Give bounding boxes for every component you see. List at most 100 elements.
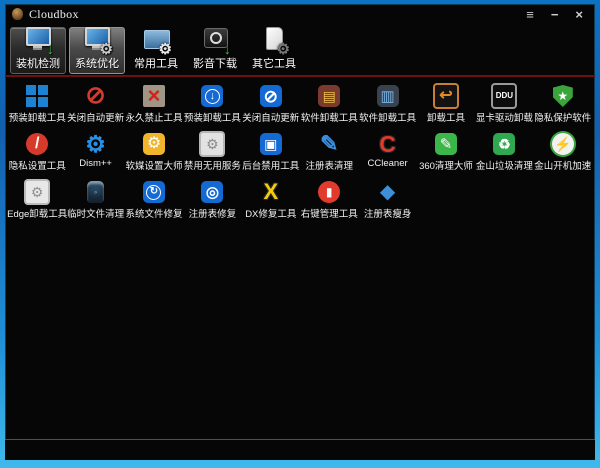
folder-gear-icon: ⚙	[140, 25, 172, 54]
glyph: ×	[148, 85, 161, 107]
glyph: ◦	[94, 188, 97, 197]
context-menu-icon: ▮	[316, 179, 342, 205]
tool-registry-repair[interactable]: ◎ 注册表修复	[183, 178, 241, 226]
disable-services-icon: ⚙	[199, 131, 225, 157]
tool-settings-master[interactable]: ⚙ 软媒设置大师	[125, 130, 183, 178]
dx-repair-icon: X	[258, 179, 284, 205]
window-title: Cloudbox	[29, 7, 79, 22]
tool-ddu[interactable]: DDU显卡驱动卸载	[475, 82, 533, 130]
tool-row: 预装卸载工具⊘关闭自动更新×永久禁止工具↓预装卸载工具⊘关闭自动更新▤软件卸载工…	[8, 82, 592, 130]
block-update-icon: ⊘	[83, 83, 109, 109]
tool-label: 临时文件清理	[67, 206, 124, 220]
tool-context-menu[interactable]: ▮ 右键管理工具	[300, 178, 358, 226]
tool-label: 软媒设置大师	[125, 158, 182, 172]
toolbar: ↓装机检测⚙系统优化⚙常用工具↓影音下载⚙其它工具	[5, 24, 595, 75]
tool-label: 预装卸载工具	[9, 110, 66, 124]
toolbox-icon: ▤	[316, 83, 342, 109]
glyph: ▮	[326, 186, 333, 198]
tool-junk-clean[interactable]: ♻金山垃圾清理	[475, 130, 533, 178]
tool-label: 关闭自动更新	[242, 110, 299, 124]
tool-label: 右键管理工具	[301, 206, 358, 220]
close-icon[interactable]: ×	[575, 8, 583, 21]
film-download-icon: ↓	[199, 25, 231, 54]
tool-dism-gears[interactable]: ⚙ Dism++	[66, 130, 124, 178]
clean-master-icon: ✎	[433, 131, 459, 157]
tool-ccleaner[interactable]: C CCleaner	[358, 130, 416, 178]
tool-edge-uninstall[interactable]: ⚙Edge卸载工具	[8, 178, 66, 226]
app-window: Cloudbox ≡ − × ↓装机检测⚙系统优化⚙常用工具↓影音下载⚙其它工具…	[5, 4, 595, 460]
monitor-download-icon: ↓	[22, 25, 54, 54]
app-icon	[12, 8, 23, 20]
glyph: ◎	[206, 185, 219, 200]
tab-pc-check[interactable]: ↓装机检测	[10, 27, 66, 74]
tab-common-tools[interactable]: ⚙常用工具	[128, 27, 184, 74]
edge-uninstall-icon: ⚙	[24, 179, 50, 205]
glyph: ⚙	[206, 137, 219, 151]
tool-clean-master[interactable]: ✎360清理大师	[417, 130, 475, 178]
tool-label: DX修复工具	[245, 206, 296, 220]
tool-row: / 隐私设置工具 ⚙ Dism++ ⚙ 软媒设置大师⚙禁用无用服务▣后台禁用工具✎注册表清…	[8, 130, 592, 178]
ccleaner-icon: C	[375, 131, 401, 157]
tool-uninstall-arrow[interactable]: ↩ 卸载工具	[417, 82, 475, 130]
boot-speedup-icon: ⚡	[550, 131, 576, 157]
tool-windows-logo[interactable]: 预装卸载工具	[8, 82, 66, 130]
tool-disable-update[interactable]: ⊘ 关闭自动更新	[242, 82, 300, 130]
tool-system-repair[interactable]: ↻ 系统文件修复	[125, 178, 183, 226]
tab-system-optimize[interactable]: ⚙系统优化	[69, 27, 125, 74]
titlebar[interactable]: Cloudbox ≡ − ×	[5, 4, 595, 24]
tool-temp-clean[interactable]: ◦ 临时文件清理	[66, 178, 124, 226]
tool-toolbox[interactable]: ▤软件卸载工具	[300, 82, 358, 130]
glyph: ↻	[150, 187, 158, 197]
tool-block-update[interactable]: ⊘ 关闭自动更新	[66, 82, 124, 130]
tab-other-tools[interactable]: ⚙其它工具	[246, 27, 302, 74]
glyph: ↩	[439, 88, 452, 104]
glyph: ⚙	[147, 136, 161, 152]
glyph: ⚡	[554, 137, 571, 151]
glyph: /	[35, 136, 39, 152]
tool-label: 卸载工具	[427, 110, 465, 124]
glyph: X	[263, 181, 278, 203]
glyph: ✎	[320, 133, 338, 155]
tool-registry-slim[interactable]: ◆ 注册表瘦身	[358, 178, 416, 226]
tool-boot-speedup[interactable]: ⚡金山开机加速	[534, 130, 592, 178]
tool-privacy-shield[interactable]: ★隐私保护软件	[534, 82, 592, 130]
tool-dx-repair[interactable]: X DX修复工具	[242, 178, 300, 226]
glyph: ▤	[323, 89, 336, 103]
tool-row: ⚙Edge卸载工具 ◦ 临时文件清理 ↻ 系统文件修复 ◎ 注册表修复 X DX修复工具 ▮ 右键管…	[8, 178, 592, 226]
minimize-icon[interactable]: −	[551, 8, 559, 21]
tool-label: Dism++	[79, 158, 112, 169]
glyph: C	[379, 133, 396, 156]
tool-privacy-settings[interactable]: / 隐私设置工具	[8, 130, 66, 178]
glyph: ⚙	[85, 133, 106, 156]
tool-uninstall-shield[interactable]: ↓预装卸载工具	[183, 82, 241, 130]
tool-label: 系统文件修复	[125, 206, 182, 220]
registry-slim-icon: ◆	[375, 179, 401, 205]
tool-disable-services[interactable]: ⚙禁用无用服务	[183, 130, 241, 178]
disable-update-icon: ⊘	[258, 83, 284, 109]
dism-gears-icon: ⚙	[83, 131, 109, 157]
tool-trashcan[interactable]: ▥ 软件卸载工具	[358, 82, 416, 130]
tool-label: 预装卸载工具	[184, 110, 241, 124]
uninstall-shield-icon: ↓	[199, 83, 225, 109]
tool-background-disable[interactable]: ▣后台禁用工具	[242, 130, 300, 178]
glyph: ▥	[381, 89, 395, 104]
tool-label: CCleaner	[368, 158, 408, 169]
tool-label: 软件卸载工具	[359, 110, 416, 124]
tool-label: 注册表修复	[189, 206, 237, 220]
tool-label: 显卡驱动卸载	[476, 110, 533, 124]
tab-media-download[interactable]: ↓影音下载	[187, 27, 243, 74]
tool-firewall-block[interactable]: ×永久禁止工具	[125, 82, 183, 130]
privacy-settings-icon: /	[24, 131, 50, 157]
windows-logo-icon	[24, 83, 50, 109]
registry-clean-icon: ✎	[316, 131, 342, 157]
tool-registry-clean[interactable]: ✎注册表清理	[300, 130, 358, 178]
tool-label: 隐私设置工具	[9, 158, 66, 172]
overlay-glyph: ⚙	[277, 42, 290, 57]
tool-label: 注册表瘦身	[364, 206, 412, 220]
overlay-glyph: ⚙	[100, 42, 113, 57]
tool-label: 关闭自动更新	[67, 110, 124, 124]
menu-icon[interactable]: ≡	[526, 8, 534, 21]
glyph: ◆	[380, 182, 395, 202]
glyph: ⊘	[264, 88, 278, 105]
glyph: ⊘	[86, 84, 106, 108]
